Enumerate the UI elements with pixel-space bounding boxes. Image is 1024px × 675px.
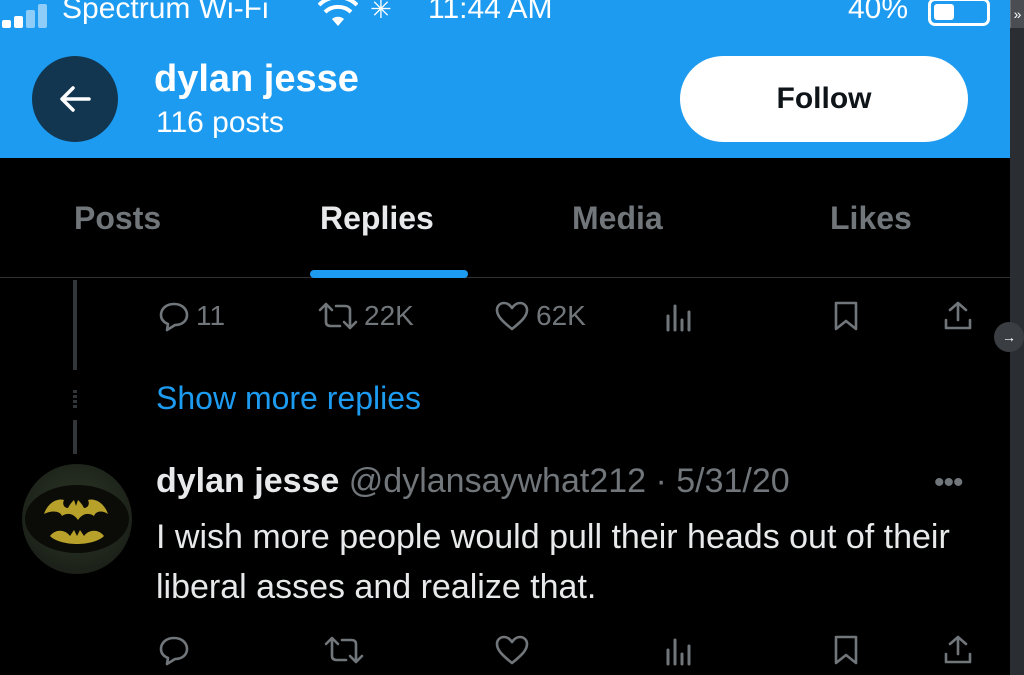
signal-icon (0, 4, 60, 34)
battery-icon (928, 0, 990, 26)
tweet-author[interactable]: dylan jesse (156, 462, 339, 500)
tab-replies[interactable]: Replies (320, 200, 434, 237)
posts-count: 116 posts (156, 106, 284, 139)
thread-dots (72, 390, 78, 414)
reply-count: 11 (196, 300, 226, 331)
share-action[interactable] (942, 634, 974, 666)
like-action[interactable]: 62K (494, 300, 586, 332)
views-action[interactable] (664, 302, 694, 332)
views-action[interactable] (664, 636, 694, 666)
thread-line (73, 420, 77, 454)
share-action[interactable] (942, 300, 974, 332)
tweet-text: I wish more people would pull their head… (156, 518, 950, 606)
like-icon (495, 635, 529, 665)
status-bar: Spectrum Wi-Fi ✳ 11:44 AM 40% (0, 0, 1010, 32)
views-icon (666, 304, 691, 332)
profile-tabs: Posts Replies Media Likes (0, 158, 1010, 278)
tweet-handle-date[interactable]: @dylansaywhat212 · 5/31/20 (349, 462, 790, 500)
repost-action[interactable] (324, 634, 364, 666)
bookmark-action[interactable] (832, 300, 860, 332)
tab-posts[interactable]: Posts (74, 200, 161, 237)
bookmark-icon (834, 635, 858, 665)
share-icon (944, 301, 972, 330)
bookmark-action[interactable] (832, 634, 860, 666)
thread-line (73, 280, 77, 370)
views-icon (666, 638, 691, 666)
reply-action[interactable] (158, 634, 190, 666)
like-action[interactable] (494, 634, 530, 666)
repost-icon (324, 636, 364, 664)
more-icon[interactable]: ••• (934, 466, 963, 500)
expand-chevron-icon[interactable]: » (1010, 0, 1024, 28)
back-arrow-icon (60, 86, 91, 112)
share-icon (944, 635, 972, 664)
reply-icon (159, 302, 189, 332)
tweet-header: dylan jesse @dylansaywhat212 · 5/31/20 (156, 462, 790, 501)
batman-logo-icon (25, 485, 129, 553)
like-count: 62K (536, 300, 586, 331)
battery-percent: 40% (848, 0, 909, 25)
reply-icon (159, 636, 189, 666)
profile-name: dylan jesse (154, 58, 359, 100)
avatar[interactable] (22, 464, 132, 574)
status-time: 11:44 AM (428, 0, 553, 25)
back-button[interactable] (32, 56, 118, 142)
bookmark-icon (834, 301, 858, 331)
repost-icon (318, 302, 358, 330)
repost-count: 22K (364, 300, 414, 331)
active-tab-indicator (310, 270, 468, 278)
wifi-icon (317, 0, 359, 36)
activity-spinner-icon: ✳ (370, 0, 392, 24)
follow-button[interactable]: Follow (680, 56, 968, 142)
reply-action[interactable]: 11 (158, 300, 225, 332)
next-arrow-icon[interactable]: → (994, 322, 1024, 352)
show-more-replies-link[interactable]: Show more replies (156, 380, 421, 417)
tab-media[interactable]: Media (572, 200, 663, 237)
carrier-name: Spectrum Wi-Fi (62, 0, 269, 25)
profile-header: Spectrum Wi-Fi ✳ 11:44 AM 40% dylan jess… (0, 0, 1010, 158)
like-icon (495, 301, 529, 331)
tab-likes[interactable]: Likes (830, 200, 912, 237)
repost-action[interactable]: 22K (318, 300, 414, 332)
